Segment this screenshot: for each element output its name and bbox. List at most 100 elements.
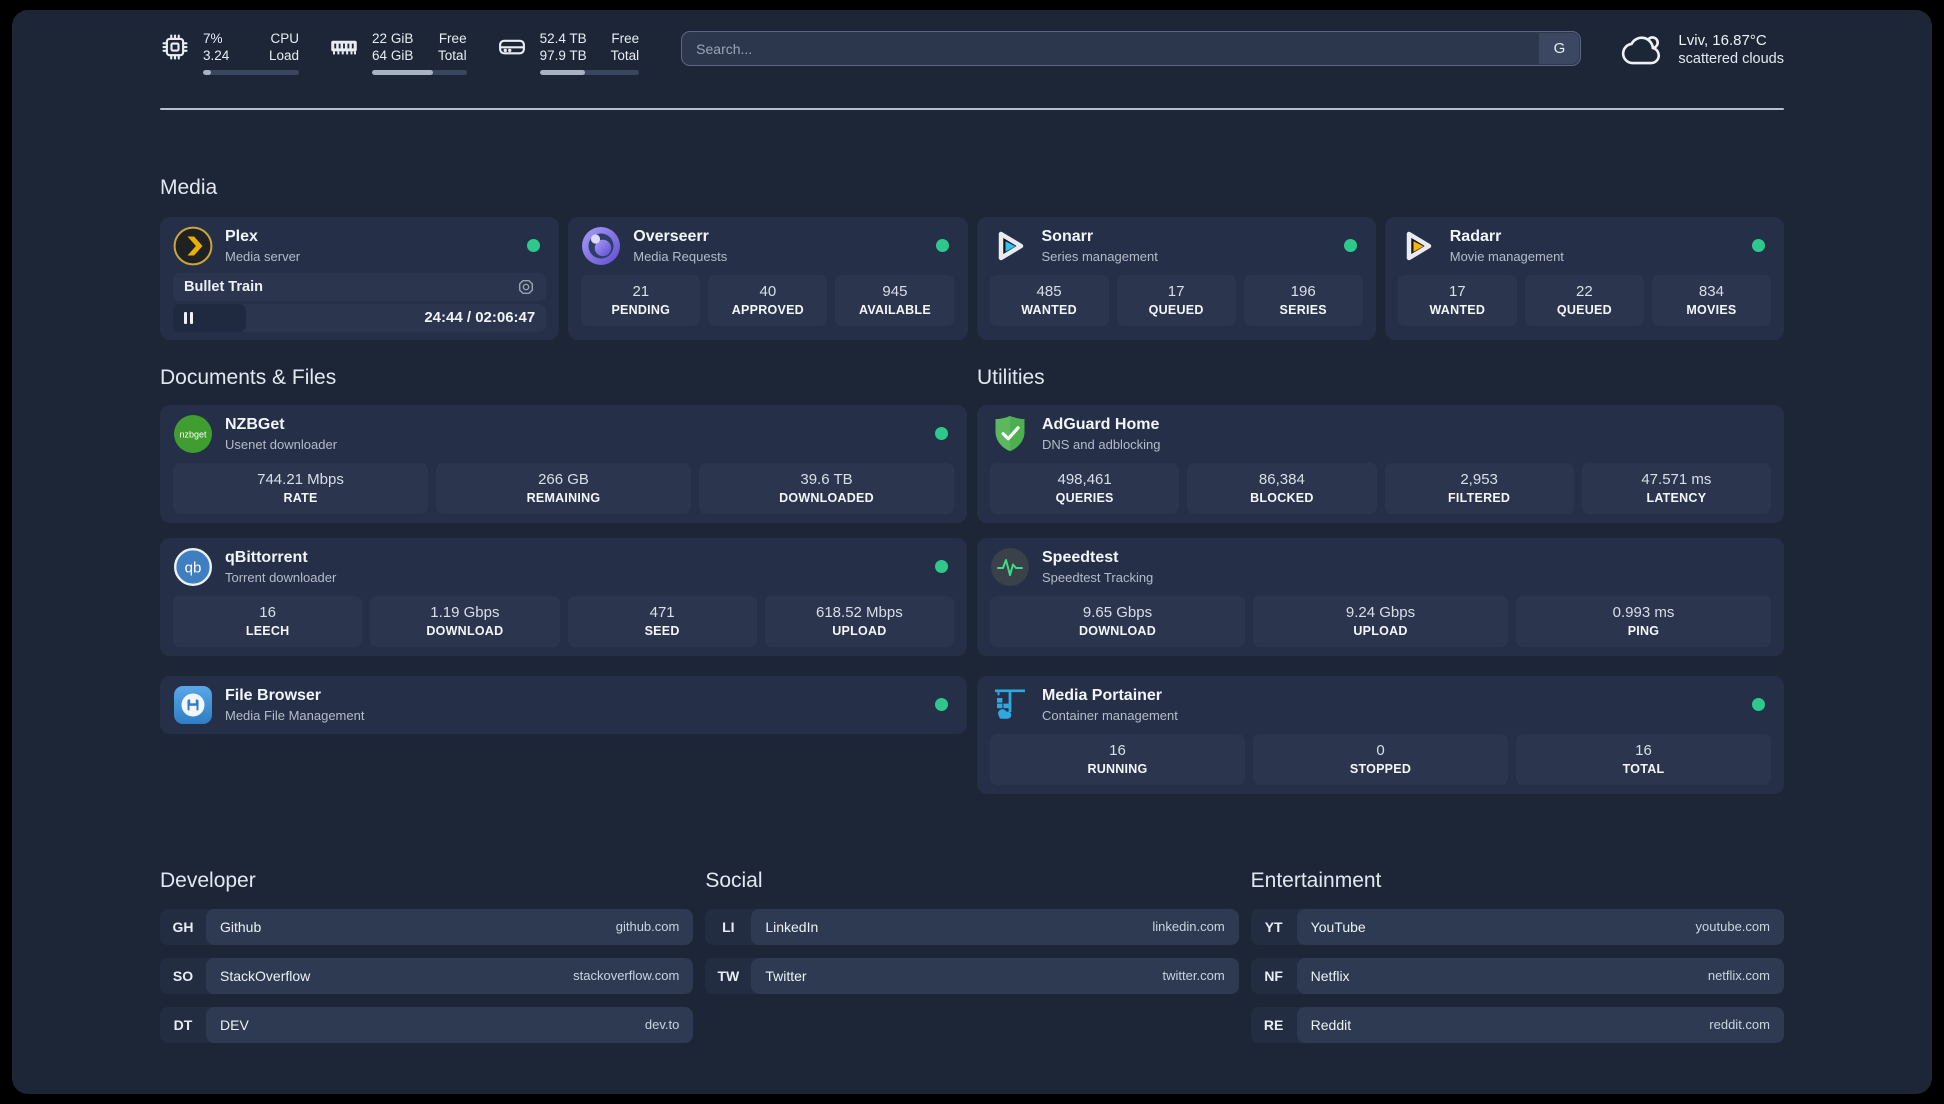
stat-label: QUERIES bbox=[1055, 490, 1114, 505]
cpu-progress-track bbox=[203, 70, 300, 75]
link-netflix[interactable]: NF Netflix netflix.com bbox=[1250, 957, 1784, 994]
status-dot-online bbox=[527, 239, 541, 252]
memory-progress-track bbox=[372, 70, 467, 75]
stat-label: STOPPED bbox=[1349, 761, 1412, 776]
link-reddit[interactable]: RE Reddit reddit.com bbox=[1250, 1006, 1784, 1043]
search-engine-button[interactable]: G bbox=[1539, 33, 1580, 64]
svg-text:nzbget: nzbget bbox=[179, 429, 207, 439]
app-name: qBittorrent bbox=[225, 548, 308, 566]
link-name: YouTube bbox=[1310, 918, 1366, 935]
memory-progress-fill bbox=[372, 70, 434, 75]
app-subtitle: Speedtest Tracking bbox=[1042, 569, 1154, 585]
stat-value: 0 bbox=[1376, 741, 1385, 759]
link-name: DEV bbox=[220, 1016, 249, 1033]
stat-total: 16 TOTAL bbox=[1516, 733, 1771, 785]
entertainment-column: Entertainment YT YouTube youtube.com NF … bbox=[1250, 867, 1784, 1056]
disk-progress-track bbox=[539, 70, 640, 75]
stat-label: BLOCKED bbox=[1250, 490, 1314, 505]
section-title-entertainment: Entertainment bbox=[1250, 868, 1382, 892]
cpu-progress-fill bbox=[203, 70, 211, 75]
stat-wanted: 17 WANTED bbox=[1397, 274, 1517, 326]
header-divider bbox=[160, 107, 1784, 110]
stat-value: 266 GB bbox=[538, 470, 589, 488]
app-card-filebrowser[interactable]: File Browser Media File Management bbox=[160, 675, 967, 734]
plex-now-playing: Bullet Train 24:44 / 02:06:47 bbox=[173, 272, 547, 332]
memory-total-value: 64 GiB bbox=[372, 48, 414, 63]
portainer-icon bbox=[990, 685, 1030, 725]
search-input[interactable] bbox=[681, 31, 1582, 66]
cpu-chip-icon bbox=[160, 32, 190, 62]
app-name: NZBGet bbox=[225, 415, 285, 433]
system-metrics: 7% 3.24 CPU Load 22 GiB 64 GiB Free Tota… bbox=[160, 30, 640, 75]
stat-label: SEED bbox=[644, 623, 680, 638]
section-title-social: Social bbox=[705, 868, 763, 892]
app-card-qbittorrent[interactable]: qb qBittorrent Torrent downloader 16 LEE… bbox=[160, 537, 967, 656]
link-abbr: YT bbox=[1264, 918, 1283, 935]
stat-queries: 498,461 QUERIES bbox=[990, 462, 1180, 514]
app-card-nzbget[interactable]: nzbget NZBGet Usenet downloader 744.21 M… bbox=[160, 404, 967, 523]
stat-label: QUEUED bbox=[1148, 302, 1204, 317]
stat-label: SERIES bbox=[1279, 302, 1327, 317]
weather-condition: scattered clouds bbox=[1678, 51, 1784, 67]
link-dev[interactable]: DT DEV dev.to bbox=[160, 1006, 694, 1043]
overseerr-icon bbox=[581, 226, 621, 266]
stat-value: 744.21 Mbps bbox=[257, 470, 344, 488]
stat-value: 0.993 ms bbox=[1612, 603, 1675, 621]
app-subtitle: Container management bbox=[1042, 707, 1178, 723]
link-name: Twitter bbox=[765, 967, 807, 984]
app-card-speedtest[interactable]: Speedtest Speedtest Tracking 9.65 Gbps D… bbox=[977, 537, 1784, 656]
app-card-portainer[interactable]: Media Portainer Container management 16 … bbox=[977, 675, 1784, 794]
stat-label: RUNNING bbox=[1087, 761, 1148, 776]
playback-time: 24:44 / 02:06:47 bbox=[424, 309, 536, 326]
status-dot-online bbox=[935, 560, 948, 573]
app-subtitle: Media File Management bbox=[225, 707, 365, 723]
link-youtube[interactable]: YT YouTube youtube.com bbox=[1250, 908, 1784, 945]
link-linkedin[interactable]: LI LinkedIn linkedin.com bbox=[705, 908, 1239, 945]
stat-label: WANTED bbox=[1429, 302, 1486, 317]
stat-upload: 618.52 Mbps UPLOAD bbox=[764, 595, 954, 647]
app-name: AdGuard Home bbox=[1042, 415, 1160, 433]
speedtest-icon bbox=[990, 547, 1030, 587]
disk-total-value: 97.9 TB bbox=[539, 48, 587, 63]
link-url: netflix.com bbox=[1707, 968, 1770, 983]
status-dot-online bbox=[935, 427, 948, 440]
stat-series: 196 SERIES bbox=[1243, 274, 1363, 326]
disk-metric: 52.4 TB 97.9 TB Free Total bbox=[497, 30, 640, 75]
stat-available: 945 AVAILABLE bbox=[835, 274, 955, 326]
section-title-media: Media bbox=[160, 175, 218, 199]
link-github[interactable]: GH Github github.com bbox=[160, 908, 694, 945]
app-card-adguard[interactable]: AdGuard Home DNS and adblocking 498,461 … bbox=[977, 404, 1784, 523]
stat-label: FILTERED bbox=[1448, 490, 1511, 505]
link-abbr: DT bbox=[173, 1016, 193, 1033]
app-name: Overseerr bbox=[633, 227, 709, 245]
utilities-column: Utilities AdGuard Home DNS and adblockin… bbox=[977, 364, 1784, 809]
link-stackoverflow[interactable]: SO StackOverflow stackoverflow.com bbox=[160, 957, 694, 994]
app-card-overseerr[interactable]: Overseerr Media Requests 21 PENDING 40 A… bbox=[568, 216, 968, 340]
cpu-load-value: 3.24 bbox=[203, 48, 230, 63]
app-card-sonarr[interactable]: Sonarr Series management 485 WANTED 17 Q… bbox=[976, 216, 1376, 340]
stat-leech: 16 LEECH bbox=[173, 595, 363, 647]
cpu-label: CPU bbox=[270, 31, 300, 46]
app-card-radarr[interactable]: Radarr Movie management 17 WANTED 22 QUE… bbox=[1384, 216, 1784, 340]
link-twitter[interactable]: TW Twitter twitter.com bbox=[705, 957, 1239, 994]
link-name: Github bbox=[220, 918, 262, 935]
pause-icon[interactable] bbox=[184, 311, 193, 324]
stat-label: UPLOAD bbox=[832, 623, 887, 638]
app-card-plex[interactable]: Plex Media server Bullet Train 24:44 / 0… bbox=[160, 216, 560, 340]
video-session-icon[interactable] bbox=[517, 278, 535, 296]
weather-widget: Lviv, 16.87°C scattered clouds bbox=[1619, 31, 1784, 68]
cpu-metric: 7% 3.24 CPU Load bbox=[160, 30, 300, 75]
disk-total-label: Total bbox=[610, 48, 640, 63]
app-subtitle: Movie management bbox=[1449, 248, 1564, 264]
stat-label: DOWNLOADED bbox=[779, 490, 874, 505]
stat-download: 9.65 Gbps DOWNLOAD bbox=[990, 595, 1245, 647]
memory-total-label: Total bbox=[438, 48, 467, 63]
app-subtitle: DNS and adblocking bbox=[1042, 436, 1161, 452]
stat-filtered: 2,953 FILTERED bbox=[1384, 462, 1574, 514]
app-name: Radarr bbox=[1449, 227, 1502, 245]
ram-icon bbox=[329, 32, 359, 62]
playback-progress-bar[interactable]: 24:44 / 02:06:47 bbox=[173, 303, 547, 332]
app-subtitle: Usenet downloader bbox=[225, 436, 338, 452]
stat-value: 498,461 bbox=[1057, 470, 1112, 488]
stat-label: TOTAL bbox=[1622, 761, 1665, 776]
